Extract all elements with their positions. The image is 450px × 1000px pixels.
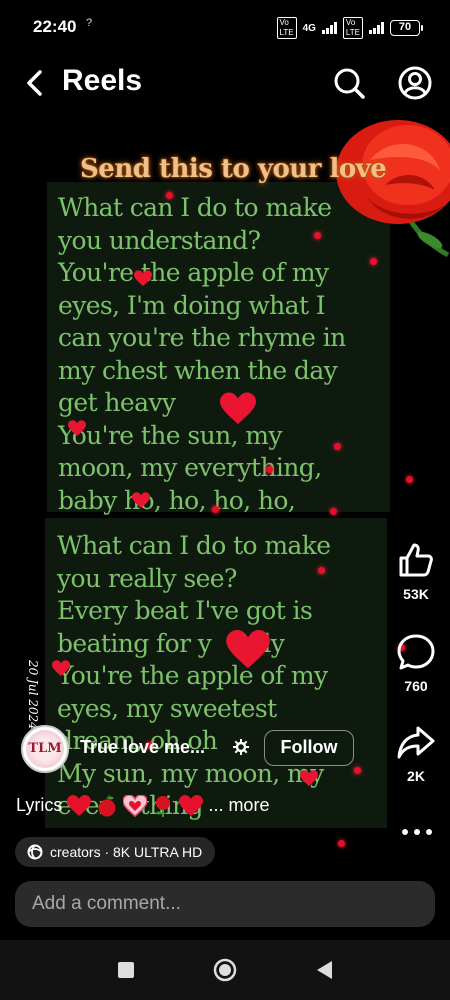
volte-icon-2: Vo LTE (342, 17, 363, 39)
heart-sticker (220, 392, 256, 424)
avatar-logo: TLM (26, 730, 64, 768)
sparkle-dot (338, 840, 345, 847)
heart-sticker (226, 630, 270, 669)
chip-label: creators · 8K ULTRA HD (50, 844, 203, 860)
video-title: Send this to your love (80, 154, 387, 184)
sparkle-dot (212, 506, 219, 513)
creators-chip[interactable]: creators · 8K ULTRA HD (15, 837, 216, 867)
comment-input[interactable] (15, 881, 435, 927)
effect-icon (27, 844, 43, 860)
like-count: 53K (403, 586, 429, 602)
more-options-icon[interactable] (400, 822, 434, 842)
network-type: 4G (302, 22, 316, 34)
heart-sticker (132, 492, 150, 508)
red-heart-icon-2 (179, 795, 204, 817)
status-extra: ? (86, 17, 93, 29)
creator-name[interactable]: True love me... (80, 737, 205, 758)
comment-action[interactable]: 760 (382, 632, 450, 694)
like-action[interactable]: 53K (382, 540, 450, 602)
thumbs-up-icon (399, 543, 433, 577)
search-icon (334, 68, 365, 99)
avatar[interactable]: TLM (21, 725, 69, 773)
caption-text: Lyrics (16, 795, 63, 815)
status-time: 22:40 (33, 17, 77, 36)
sparkle-dot (334, 443, 341, 450)
sparkle-dot (370, 258, 377, 265)
search-button[interactable] (330, 64, 368, 102)
home-icon[interactable] (212, 957, 238, 983)
profile-button[interactable] (396, 64, 434, 102)
recents-icon[interactable] (113, 957, 139, 983)
heart-sticker (52, 660, 70, 676)
avatar-text: TLM (28, 741, 62, 756)
share-count: 2K (407, 768, 425, 784)
gear-icon (233, 739, 249, 755)
system-nav-bar (0, 940, 450, 1000)
lyrics-block-1: What can I do to make you understand? Yo… (58, 193, 346, 515)
share-action[interactable]: 2K (382, 724, 450, 784)
status-bar: 22:40 ? Vo LTE 4G Vo LTE 70 (0, 0, 450, 52)
signal-icon (321, 22, 337, 34)
heart-sticker (300, 770, 318, 786)
share-icon (397, 726, 435, 759)
red-heart-icon (67, 795, 92, 817)
heart-sticker (134, 270, 152, 286)
back-nav-icon[interactable] (312, 957, 338, 983)
comment-icon (397, 634, 435, 670)
page-title: Reels (62, 64, 143, 97)
sparkle-dot (314, 232, 321, 239)
signal-icon-2 (369, 22, 384, 34)
rose-image (336, 120, 450, 258)
back-button[interactable] (18, 66, 52, 100)
caption[interactable]: Lyrics ... more (16, 795, 269, 818)
header: Reels (0, 58, 450, 108)
apple-icon (98, 795, 116, 817)
pink-heart-icon (123, 795, 148, 818)
sparkle-dot (330, 508, 337, 515)
heart-sticker (68, 420, 86, 436)
sparkle-dot (354, 767, 361, 774)
comment-count: 760 (404, 678, 428, 694)
caption-more-link[interactable]: ... more (208, 795, 269, 815)
back-arrow-icon (27, 70, 42, 96)
volte-icon: Vo LTE (276, 17, 297, 39)
sparkle-dot (266, 466, 273, 473)
lyrics-block-2: What can I do to make you really see? Ev… (57, 531, 331, 820)
sparkle-dot (406, 476, 413, 483)
follow-button[interactable]: Follow (264, 730, 354, 766)
sparkle-dot (318, 567, 325, 574)
sparkle-dot (166, 192, 173, 199)
rose-icon (156, 796, 171, 818)
status-icons: Vo LTE 4G Vo LTE 70 (276, 17, 423, 39)
profile-icon (398, 66, 432, 100)
battery-icon: 70 (390, 20, 423, 36)
